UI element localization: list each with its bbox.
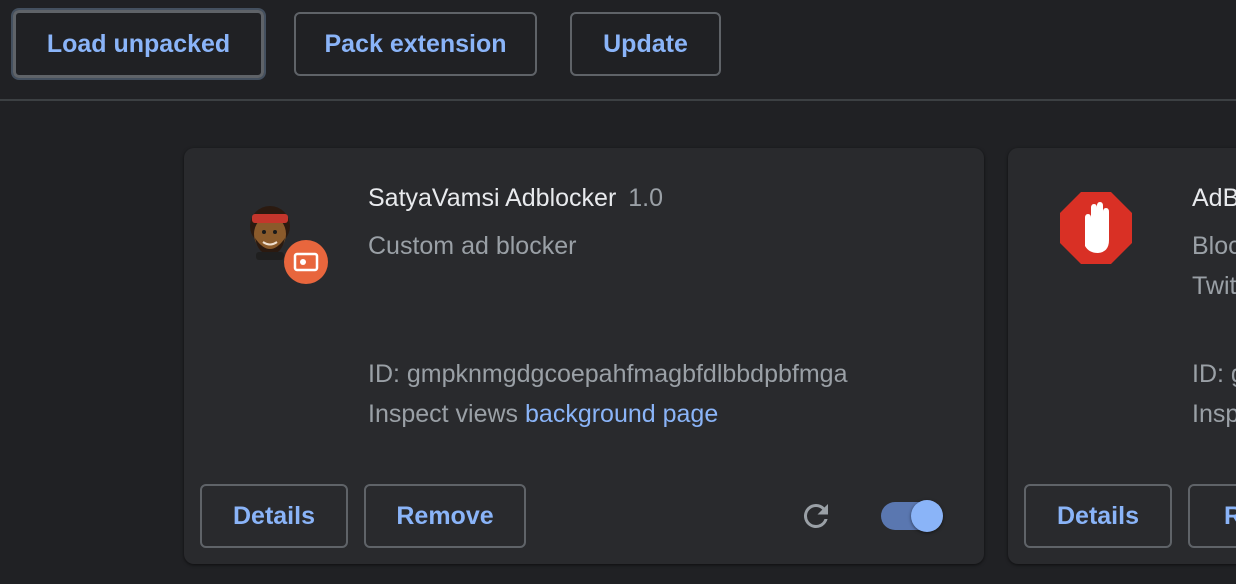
details-button[interactable]: Details: [200, 484, 348, 548]
extension-name: SatyaVamsi Adblocker: [368, 184, 617, 212]
remove-button[interactable]: R: [1188, 484, 1236, 548]
extension-icon: [1058, 190, 1134, 266]
extension-description-line-1: Bloc: [1192, 232, 1236, 260]
reload-button[interactable]: [798, 498, 834, 534]
extension-description: Custom ad blocker: [368, 232, 577, 260]
extension-id: ID: g: [1192, 360, 1236, 388]
enable-toggle-knob[interactable]: [911, 500, 943, 532]
inspect-views-label: Inspect views: [368, 400, 519, 428]
stop-hand-icon: [1060, 192, 1132, 264]
extension-description-line-2: Twit: [1192, 272, 1236, 300]
update-button[interactable]: Update: [570, 12, 721, 76]
extensions-page: Load unpacked Pack extension Update Saty…: [0, 0, 1236, 584]
inspect-views-row: Inspect views background page: [368, 400, 718, 429]
developer-toolbar: Load unpacked Pack extension Update: [0, 0, 1236, 101]
inspect-views-label: Insp: [1192, 400, 1236, 428]
extension-version: 1.0: [628, 184, 664, 212]
extension-icon: [240, 198, 336, 288]
pack-extension-button[interactable]: Pack extension: [294, 12, 537, 76]
extension-name: AdB: [1192, 184, 1236, 212]
unpacked-badge-icon: [284, 240, 328, 284]
extension-title-row: SatyaVamsi Adblocker 1.0: [368, 184, 663, 213]
extension-card-satyavamsi-adblocker: SatyaVamsi Adblocker 1.0 Custom ad blocke…: [184, 148, 984, 564]
reload-icon: [803, 503, 828, 528]
extension-id: ID: gmpknmgdgcoepahfmagbfdlbbdpbfmga: [368, 360, 848, 388]
remove-button[interactable]: Remove: [364, 484, 526, 548]
load-unpacked-button[interactable]: Load unpacked: [13, 10, 264, 78]
details-button[interactable]: Details: [1024, 484, 1172, 548]
background-page-link[interactable]: background page: [525, 400, 718, 428]
extension-card-adblock: AdB Bloc Twit ID: g Insp Details R: [1008, 148, 1236, 564]
